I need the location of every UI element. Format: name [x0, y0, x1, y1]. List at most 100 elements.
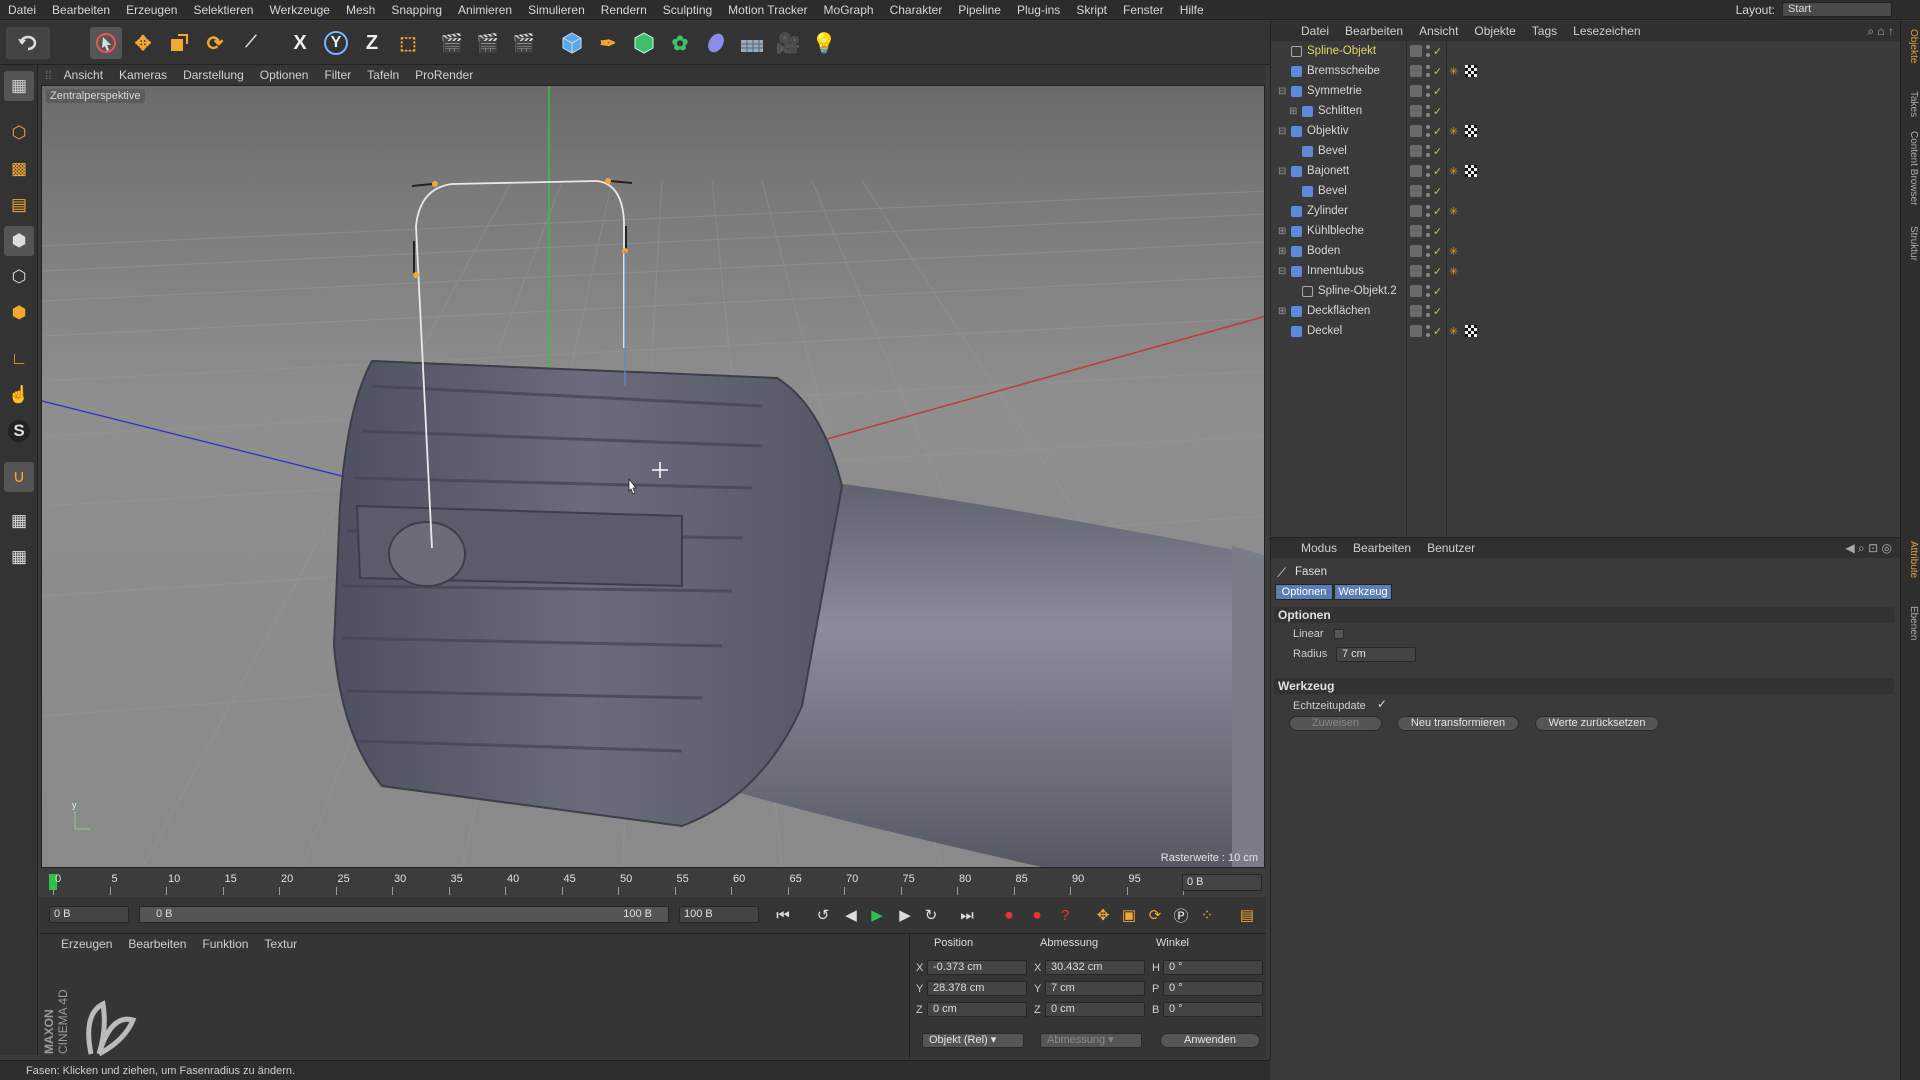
- object-menu-ansicht[interactable]: Ansicht: [1411, 24, 1466, 38]
- expand-toggle-icon[interactable]: ⊟: [1278, 86, 1286, 97]
- layer-toggle[interactable]: [1410, 185, 1422, 197]
- previous-frame-button[interactable]: ◀: [839, 903, 863, 927]
- menu-hilfe[interactable]: Hilfe: [1172, 3, 1212, 17]
- layer-toggle[interactable]: [1410, 145, 1422, 157]
- move-tool-button[interactable]: ✥: [127, 27, 159, 59]
- key-scale-button[interactable]: ▣: [1117, 903, 1141, 927]
- layer-toggle[interactable]: [1410, 105, 1422, 117]
- solo-mode-button[interactable]: S: [4, 416, 34, 446]
- object-row[interactable]: ⊟ Innentubus ✓ ✳: [1271, 261, 1901, 281]
- visibility-dots[interactable]: [1426, 285, 1430, 297]
- visibility-dots[interactable]: [1426, 85, 1430, 97]
- enabled-check-icon[interactable]: ✓: [1433, 165, 1442, 178]
- layer-toggle[interactable]: [1410, 245, 1422, 257]
- viewport-menu-tafeln[interactable]: Tafeln: [359, 68, 407, 82]
- deformer-button[interactable]: [700, 27, 732, 59]
- phong-tag-icon[interactable]: ✳: [1449, 265, 1461, 278]
- attribute-menu-modus[interactable]: Modus: [1293, 541, 1345, 555]
- layer-toggle[interactable]: [1410, 205, 1422, 217]
- edges-mode-button[interactable]: ⬡: [4, 262, 34, 292]
- assign-button[interactable]: Zuweisen: [1289, 716, 1382, 731]
- record-keys-button[interactable]: ⏺: [997, 903, 1021, 927]
- object-menu-objekte[interactable]: Objekte: [1466, 24, 1523, 38]
- angle-field[interactable]: 0 °: [1163, 1002, 1263, 1017]
- tab-tool[interactable]: Werkzeug: [1334, 584, 1392, 600]
- layer-toggle[interactable]: [1410, 165, 1422, 177]
- expand-toggle-icon[interactable]: ⊞: [1278, 226, 1286, 237]
- menu-rendern[interactable]: Rendern: [593, 3, 655, 17]
- texture-mode-button[interactable]: ▩: [4, 154, 34, 184]
- attribute-manager-tools[interactable]: ◀ ⌕ ⊡ ◎: [1845, 541, 1892, 556]
- phong-tag-icon[interactable]: ✳: [1449, 165, 1461, 178]
- visibility-dots[interactable]: [1426, 125, 1430, 137]
- visibility-dots[interactable]: [1426, 145, 1430, 157]
- timeline-ruler[interactable]: 0510152025303540455055606570758085909510…: [39, 869, 1266, 897]
- object-row[interactable]: ⊟ Bajonett ✓ ✳: [1271, 161, 1901, 181]
- phong-tag-icon[interactable]: ✳: [1449, 65, 1461, 78]
- generator-button[interactable]: [628, 27, 660, 59]
- menu-sculpting[interactable]: Sculpting: [655, 3, 720, 17]
- layout-select[interactable]: Start: [1782, 2, 1892, 17]
- menu-snapping[interactable]: Snapping: [383, 3, 450, 17]
- object-row[interactable]: Zylinder ✓ ✳: [1271, 201, 1901, 221]
- object-menu-lesezeichen[interactable]: Lesezeichen: [1565, 24, 1648, 38]
- tweak-mode-button[interactable]: ☝: [4, 380, 34, 410]
- viewport-menu-ansicht[interactable]: Ansicht: [56, 68, 111, 82]
- points-mode-button[interactable]: ⬢: [4, 226, 34, 256]
- layer-toggle[interactable]: [1410, 325, 1422, 337]
- menu-mesh[interactable]: Mesh: [338, 3, 383, 17]
- axis-y-button[interactable]: Y: [320, 27, 352, 59]
- object-row[interactable]: Bevel ✓: [1271, 141, 1901, 161]
- layer-toggle[interactable]: [1410, 285, 1422, 297]
- keyframe-selection-button[interactable]: ?: [1053, 903, 1077, 927]
- autokey-button[interactable]: ⏺: [1025, 903, 1049, 927]
- timeline-layout-button[interactable]: ▤: [1235, 903, 1259, 927]
- object-manager-tools[interactable]: ⌕ ⌂ ↑: [1867, 24, 1894, 39]
- menu-plug-ins[interactable]: Plug-ins: [1009, 3, 1068, 17]
- size-field[interactable]: 7 cm: [1045, 981, 1145, 996]
- material-tag-icon[interactable]: [1465, 125, 1477, 137]
- enabled-check-icon[interactable]: ✓: [1433, 265, 1442, 278]
- enabled-check-icon[interactable]: ✓: [1433, 125, 1442, 138]
- layer-toggle[interactable]: [1410, 85, 1422, 97]
- side-tab-content-browser[interactable]: Content Browser: [1903, 131, 1919, 205]
- enabled-check-icon[interactable]: ✓: [1433, 325, 1442, 338]
- material-menu-erzeugen[interactable]: Erzeugen: [53, 937, 120, 951]
- enabled-check-icon[interactable]: ✓: [1433, 145, 1442, 158]
- bevel-tool-button[interactable]: ⟋: [235, 27, 267, 59]
- coordinate-system-button[interactable]: ⬚: [392, 27, 424, 59]
- light-button[interactable]: 💡: [808, 27, 840, 59]
- menu-werkzeuge[interactable]: Werkzeuge: [261, 3, 337, 17]
- enabled-check-icon[interactable]: ✓: [1433, 305, 1442, 318]
- tab-options[interactable]: Optionen: [1275, 584, 1333, 600]
- rotate-tool-button[interactable]: ⟳: [199, 27, 231, 59]
- material-tag-icon[interactable]: [1465, 165, 1477, 177]
- visibility-dots[interactable]: [1426, 205, 1430, 217]
- object-row[interactable]: ⊞ Schlitten ✓: [1271, 101, 1901, 121]
- visibility-dots[interactable]: [1426, 265, 1430, 277]
- axis-mode-button[interactable]: ∟: [4, 344, 34, 374]
- layer-toggle[interactable]: [1410, 45, 1422, 57]
- menu-bearbeiten[interactable]: Bearbeiten: [44, 3, 118, 17]
- object-row[interactable]: ⊟ Symmetrie ✓: [1271, 81, 1901, 101]
- menu-selektieren[interactable]: Selektieren: [185, 3, 261, 17]
- go-to-end-button[interactable]: ⏭: [955, 903, 979, 927]
- key-rotation-button[interactable]: ⟳: [1143, 903, 1167, 927]
- realtime-update-checkbox[interactable]: ✓: [1377, 697, 1387, 711]
- object-row[interactable]: Bremsscheibe ✓ ✳: [1271, 61, 1901, 81]
- viewport-menu-optionen[interactable]: Optionen: [252, 68, 317, 82]
- side-tab-ebenen[interactable]: Ebenen: [1903, 606, 1919, 640]
- expand-toggle-icon[interactable]: ⊟: [1278, 266, 1286, 277]
- pen-button[interactable]: ✒: [592, 27, 624, 59]
- axis-x-button[interactable]: X: [284, 27, 316, 59]
- radius-field[interactable]: 7 cm: [1336, 647, 1416, 662]
- key-pla-button[interactable]: ⁘: [1195, 903, 1219, 927]
- size-mode-select[interactable]: Abmessung ▾: [1040, 1033, 1142, 1048]
- attribute-menu-benutzer[interactable]: Benutzer: [1419, 541, 1483, 555]
- viewport[interactable]: y Zentralperspektive Rasterweite : 10 cm…: [41, 85, 1265, 868]
- workplane-lock-button[interactable]: ▦: [4, 506, 34, 536]
- material-tag-icon[interactable]: [1465, 65, 1477, 77]
- menu-simulieren[interactable]: Simulieren: [520, 3, 593, 17]
- layer-toggle[interactable]: [1410, 305, 1422, 317]
- visibility-dots[interactable]: [1426, 225, 1430, 237]
